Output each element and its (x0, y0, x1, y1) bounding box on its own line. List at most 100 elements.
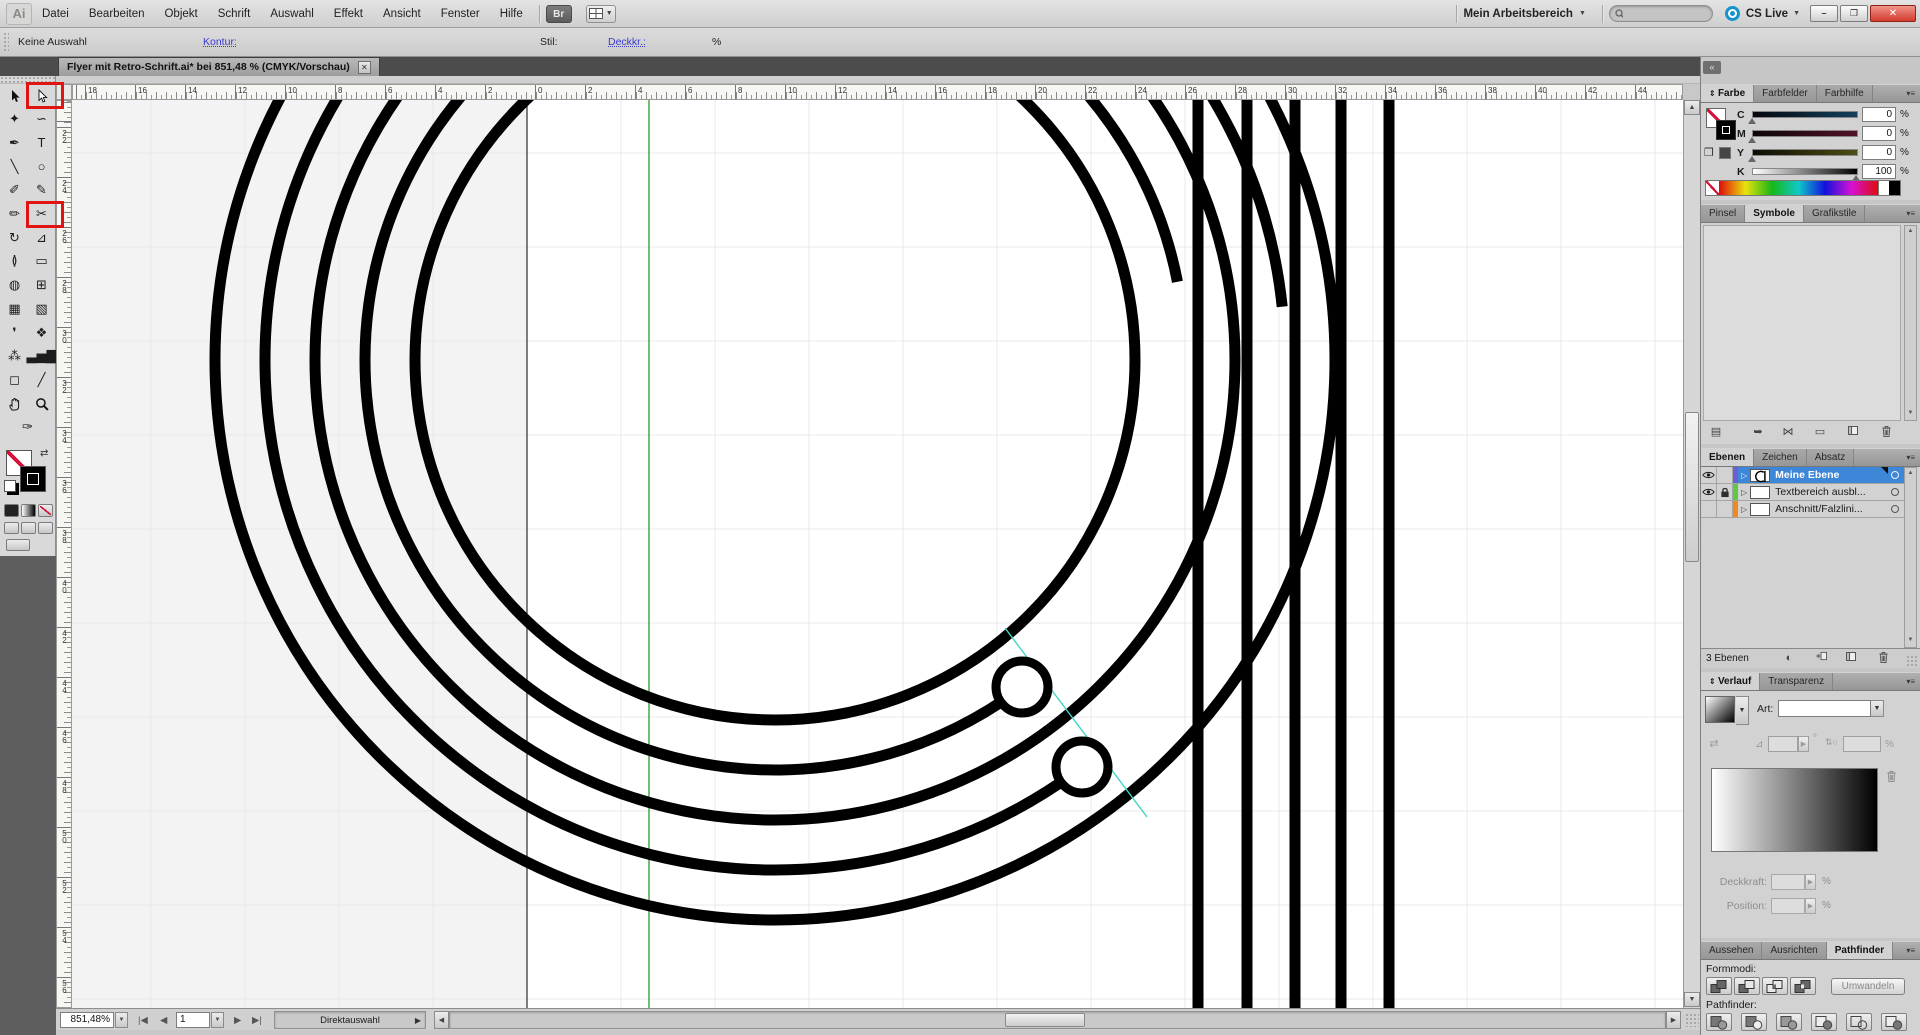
status-menu-icon[interactable]: ▶ (415, 1012, 421, 1029)
channel-slider-K[interactable] (1752, 168, 1858, 175)
tab-ebenen[interactable]: Ebenen (1701, 449, 1754, 466)
menu-fenster[interactable]: Fenster (431, 0, 490, 28)
angle-field[interactable] (1768, 736, 1798, 752)
reverse-gradient-icon[interactable]: ⇄ (1705, 737, 1723, 753)
menu-auswahl[interactable]: Auswahl (260, 0, 323, 28)
next-page-button[interactable]: ▶ (234, 1015, 241, 1026)
channel-slider-thumb[interactable] (1748, 156, 1756, 162)
last-page-button[interactable]: ▶| (252, 1015, 262, 1026)
pathfinder-outline-button[interactable] (1846, 1013, 1872, 1031)
resize-grip[interactable] (1685, 1013, 1699, 1027)
horizontal-scrollbar[interactable] (449, 1011, 1666, 1029)
pathfinder-divide-button[interactable] (1706, 1013, 1732, 1031)
stop-opacity-field[interactable] (1771, 874, 1805, 890)
pathfinder-minus-back-button[interactable] (1881, 1013, 1907, 1031)
menu-datei[interactable]: Datei (32, 0, 79, 28)
tab-aussehen[interactable]: Aussehen (1701, 942, 1762, 959)
layer-expand-icon[interactable]: ▷ (1741, 471, 1747, 480)
convert-button[interactable]: Umwandeln (1831, 978, 1905, 995)
tab-grafikstile[interactable]: Grafikstile (1804, 205, 1865, 222)
vertical-scroll-thumb[interactable] (1685, 412, 1699, 562)
free-transform-tool[interactable]: ▭ (28, 250, 55, 273)
layer-body[interactable]: ▷Meine Ebene (1738, 467, 1904, 484)
width-tool[interactable]: ≬ (1, 250, 28, 273)
stroke-proxy-swatch[interactable] (20, 466, 46, 492)
previous-page-button[interactable]: ◀ (160, 1015, 167, 1026)
symbol-options-icon[interactable]: ▭ (1811, 425, 1829, 440)
blob-brush-tool[interactable]: ✏ (1, 203, 28, 226)
channel-value-C[interactable]: 0 (1862, 107, 1896, 122)
menu-ansicht[interactable]: Ansicht (373, 0, 431, 28)
delete-stop-icon[interactable] (1886, 770, 1898, 783)
artboard-tool[interactable]: ◻ (1, 368, 28, 391)
draw-inside-button[interactable] (38, 522, 53, 534)
close-button[interactable]: ✕ (1870, 5, 1916, 22)
layer-lock-toggle[interactable] (1717, 467, 1733, 484)
screen-mode-button[interactable] (6, 539, 30, 551)
draw-normal-button[interactable] (4, 522, 19, 534)
layer-lock-toggle[interactable] (1717, 484, 1733, 501)
cs-live-menu[interactable]: CS Live (1746, 8, 1788, 20)
shape-mode-unite-button[interactable] (1706, 977, 1732, 995)
gradient-slider[interactable] (1711, 768, 1878, 852)
type-tool[interactable]: T (28, 131, 55, 154)
scroll-up-icon[interactable]: ▲ (1684, 100, 1700, 115)
layer-target-icon[interactable] (1891, 471, 1899, 479)
scroll-down-icon[interactable]: ▼ (1684, 992, 1700, 1007)
zoom-level-field[interactable]: 851,48% (60, 1012, 114, 1028)
page-number-field[interactable]: 1 (176, 1012, 210, 1028)
new-symbol-icon[interactable] (1844, 425, 1862, 440)
resize-grip[interactable] (1906, 655, 1918, 667)
mesh-tool[interactable]: ▦ (1, 297, 28, 320)
channel-slider-Y[interactable] (1752, 149, 1858, 156)
layer-row[interactable]: ▷Textbereich ausbl... (1701, 484, 1904, 501)
menu-bearbeiten[interactable]: Bearbeiten (79, 0, 155, 28)
gradient-swatch-dropdown[interactable]: ▼ (1736, 696, 1749, 725)
black-swatch[interactable] (1889, 181, 1900, 195)
tab-farbhilfe[interactable]: Farbhilfe (1817, 85, 1873, 102)
ellipse-tool[interactable]: ○ (28, 155, 55, 178)
zoom-dropdown-icon[interactable]: ▼ (115, 1012, 128, 1028)
aspect-ratio-field[interactable] (1843, 736, 1881, 752)
symbols-scrollbar[interactable]: ▲▼ (1904, 225, 1917, 421)
shape-mode-minus-front-button[interactable] (1734, 977, 1760, 995)
delete-symbol-icon[interactable] (1877, 425, 1895, 440)
layer-expand-icon[interactable]: ▷ (1741, 505, 1747, 514)
channel-slider-thumb[interactable] (1748, 118, 1756, 124)
menu-schrift[interactable]: Schrift (208, 0, 261, 28)
gradient-type-select[interactable]: ▼ (1778, 700, 1884, 717)
new-layer-icon[interactable] (1841, 651, 1861, 666)
panel-menu-icon[interactable]: ▾≡ (1901, 449, 1920, 466)
paintbrush-tool[interactable]: ✐ (1, 179, 28, 202)
lasso-tool[interactable]: ∽ (28, 108, 55, 131)
layer-name[interactable]: Textbereich ausbl... (1775, 486, 1891, 498)
clipping-mask-icon[interactable]: ◐ (1779, 651, 1799, 666)
tab-pathfinder[interactable]: Pathfinder (1827, 942, 1893, 959)
search-box[interactable] (1609, 5, 1713, 22)
page-dropdown-icon[interactable]: ▼ (211, 1012, 224, 1028)
line-segment-tool[interactable]: ╲ (1, 155, 28, 178)
opacity-panel-link[interactable]: Deckkr.: (608, 36, 646, 48)
panel-menu-icon[interactable]: ▾≡ (1901, 673, 1920, 690)
gradient-button[interactable] (21, 504, 36, 517)
symbol-sprayer-tool[interactable]: ⁂ (1, 345, 28, 368)
pathfinder-merge-button[interactable] (1776, 1013, 1802, 1031)
symbol-libraries-icon[interactable]: ▤ (1707, 425, 1725, 440)
break-link-icon[interactable]: ⋈ (1779, 425, 1797, 440)
symbols-list-empty[interactable] (1703, 225, 1901, 421)
arrange-documents-button[interactable]: ▼ (586, 5, 616, 23)
tab-zeichen[interactable]: Zeichen (1754, 449, 1807, 466)
rotate-tool[interactable]: ↻ (1, 226, 28, 249)
workspace-switcher[interactable]: Mein Arbeitsbereich (1463, 8, 1573, 20)
tab-transparenz[interactable]: Transparenz (1760, 673, 1833, 690)
column-graph-tool[interactable]: ▃▅▇ (28, 345, 55, 368)
collapse-dock-icon[interactable]: « (1703, 61, 1721, 74)
menu-objekt[interactable]: Objekt (154, 0, 207, 28)
channel-slider-C[interactable] (1752, 111, 1858, 118)
canvas-viewport[interactable] (72, 100, 1683, 1008)
bridge-button[interactable]: Br (546, 5, 572, 23)
selection-tool[interactable] (1, 84, 28, 107)
document-tab[interactable]: Flyer mit Retro-Schrift.ai* bei 851,48 %… (58, 57, 380, 76)
none-button[interactable] (38, 504, 53, 517)
layer-body[interactable]: ▷Textbereich ausbl... (1738, 484, 1904, 501)
